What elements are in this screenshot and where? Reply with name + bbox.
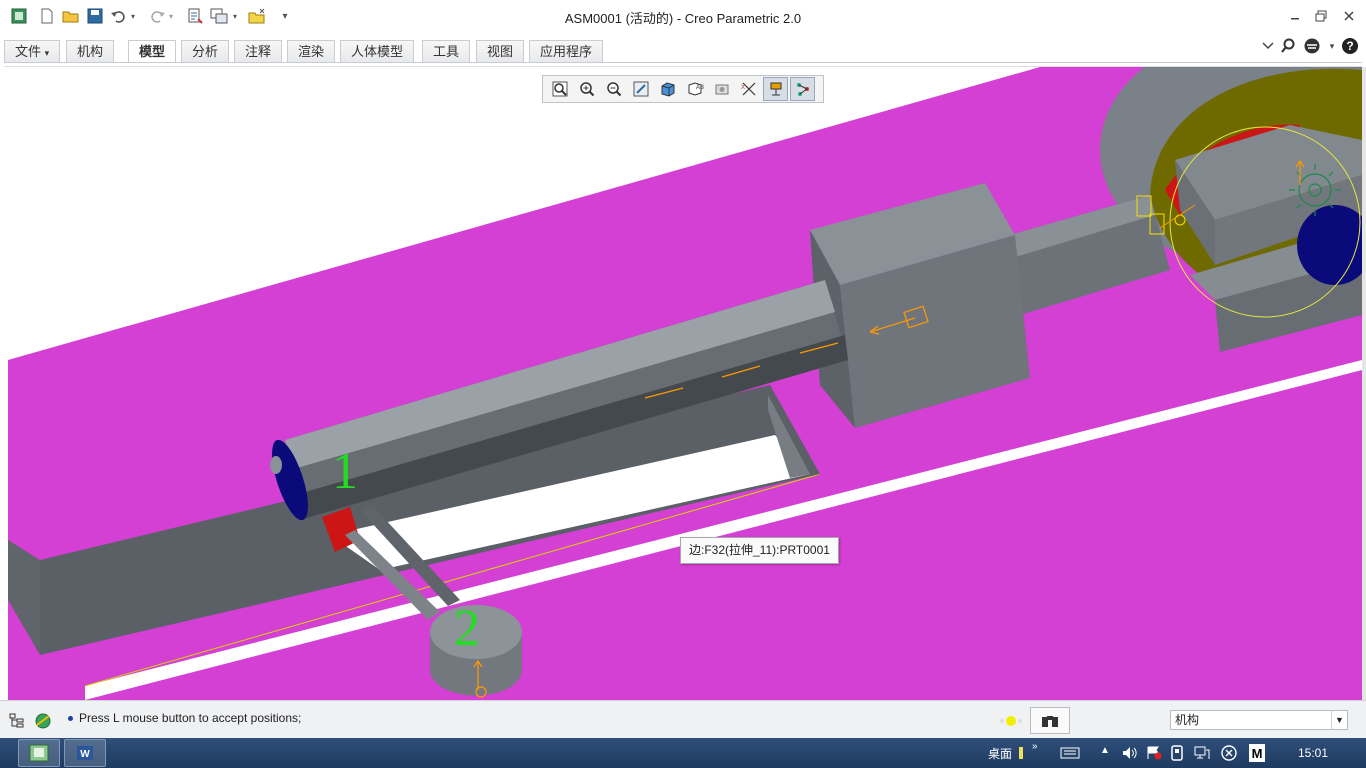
selection-filter[interactable]: 机构 ▼ xyxy=(1170,710,1348,730)
selection-tooltip: 边:F32(拉伸_11):PRT0001 xyxy=(680,537,839,564)
annotation-display-icon[interactable] xyxy=(790,77,815,101)
keyboard-icon[interactable] xyxy=(1060,747,1080,762)
tab-annotate[interactable]: 注释 xyxy=(234,40,283,62)
close-icon[interactable] xyxy=(1338,6,1360,26)
device-icon[interactable] xyxy=(1170,745,1184,764)
saved-orientations-icon[interactable]: AB xyxy=(682,77,707,101)
find-button[interactable] xyxy=(1030,707,1070,734)
tab-manikin[interactable]: 人体模型 xyxy=(340,40,415,62)
viewport-scrollbar[interactable] xyxy=(1362,67,1366,700)
tray-expand-icon[interactable]: ▲ xyxy=(1100,745,1110,756)
model-scene[interactable]: 1 2 xyxy=(0,67,1362,700)
restore-icon[interactable] xyxy=(1310,6,1332,26)
ribbon-divider xyxy=(4,62,1362,63)
datum-display-icon[interactable]: X xyxy=(736,77,761,101)
status-bar: Press L mouse button to accept positions… xyxy=(0,700,1366,738)
search-icon[interactable] xyxy=(1278,36,1298,56)
status-message: Press L mouse button to accept positions… xyxy=(79,711,302,725)
svg-text:M: M xyxy=(1252,746,1263,761)
refit-icon[interactable] xyxy=(547,77,572,101)
clock[interactable]: 15:01 xyxy=(1298,746,1328,760)
taskbar-creo-icon[interactable] xyxy=(18,739,60,767)
tab-view[interactable]: 视图 xyxy=(476,40,525,62)
cylinder-pin xyxy=(270,456,282,474)
tab-file[interactable]: 文件 ▾ xyxy=(4,40,61,62)
graphics-toolbar: AB X xyxy=(542,75,824,103)
minimize-ribbon-icon[interactable] xyxy=(1258,36,1278,56)
svg-text:X: X xyxy=(741,85,745,91)
svg-text:?: ? xyxy=(1346,39,1353,53)
tab-analysis[interactable]: 分析 xyxy=(181,40,230,62)
chevron-down-icon[interactable]: ▼ xyxy=(1331,711,1347,729)
display-style-icon[interactable] xyxy=(655,77,680,101)
svg-text:W: W xyxy=(80,749,90,760)
community-dropdown-icon[interactable]: ▾ xyxy=(1322,36,1342,56)
os-taskbar: W 桌面 » ▲ M 15:01 xyxy=(0,738,1366,768)
binoculars-icon xyxy=(1042,715,1058,727)
community-icon[interactable] xyxy=(1302,36,1322,56)
toolbar-chevron-icon[interactable]: » xyxy=(1032,741,1038,752)
help-icon[interactable]: ? xyxy=(1340,36,1360,56)
title-bar: ▾ ▾ ▾ ▾ ASM0001 (活动的) - Creo Parametric … xyxy=(0,0,1366,34)
message-bullet-icon xyxy=(68,715,73,721)
action-center-icon[interactable] xyxy=(1146,746,1162,763)
taskbar-word-icon[interactable]: W xyxy=(64,739,106,767)
tab-render[interactable]: 渲染 xyxy=(287,40,336,62)
tab-applications[interactable]: 应用程序 xyxy=(529,40,604,62)
tab-tools[interactable]: 工具 xyxy=(422,40,471,62)
message-area: Press L mouse button to accept positions… xyxy=(68,711,301,725)
graphics-area[interactable]: 1 2 xyxy=(0,67,1362,700)
component-label-2: 2 xyxy=(454,600,480,657)
volume-icon[interactable] xyxy=(1122,746,1138,763)
model-tree-toggle-icon[interactable] xyxy=(6,710,28,732)
tab-model[interactable]: 模型 xyxy=(128,40,177,63)
ribbon-tabs: 文件 ▾ 机构 模型 分析 注释 渲染 人体模型 工具 视图 应用程序 xyxy=(0,38,1366,63)
repaint-icon[interactable] xyxy=(628,77,653,101)
zoom-in-icon[interactable] xyxy=(574,77,599,101)
spin-center-icon[interactable] xyxy=(763,77,788,101)
regeneration-status-icon[interactable] xyxy=(998,710,1026,732)
pen-icon[interactable] xyxy=(1018,747,1024,764)
selection-filter-value: 机构 xyxy=(1175,713,1200,727)
ime-icon[interactable]: M xyxy=(1249,744,1265,765)
window-title: ASM0001 (活动的) - Creo Parametric 2.0 xyxy=(564,11,802,26)
desktop-toolbar-label[interactable]: 桌面 xyxy=(988,745,1012,762)
chevron-down-icon: ▾ xyxy=(44,48,50,58)
network-icon[interactable] xyxy=(1194,746,1210,763)
tab-mechanism[interactable]: 机构 xyxy=(66,40,115,62)
view-manager-icon[interactable] xyxy=(709,77,734,101)
close-circle-icon[interactable] xyxy=(1221,745,1237,764)
svg-text:AB: AB xyxy=(696,85,704,91)
zoom-out-icon[interactable] xyxy=(601,77,626,101)
browser-toggle-icon[interactable] xyxy=(32,710,54,732)
component-label-1: 1 xyxy=(332,443,358,500)
minimize-icon[interactable] xyxy=(1284,6,1306,26)
